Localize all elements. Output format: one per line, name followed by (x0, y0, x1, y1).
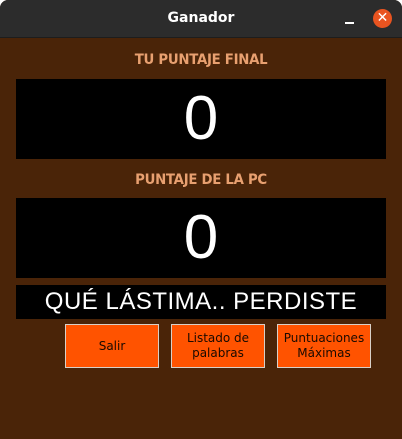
word-list-button[interactable]: Listado de palabras (171, 324, 265, 368)
pc-score-label: PUNTAJE DE LA PC (135, 172, 267, 188)
result-message: QUÉ LÁSTIMA.. PERDISTE (16, 285, 386, 319)
minimize-icon[interactable] (340, 9, 360, 29)
pc-score-display: 0 (16, 198, 386, 278)
word-list-button-label-line2: palabras (192, 346, 244, 360)
player-score-label: TU PUNTAJE FINAL (134, 52, 268, 68)
close-icon[interactable]: ✕ (373, 9, 392, 28)
ganador-window: Ganador ✕ TU PUNTAJE FINAL 0 PUNTAJE DE … (0, 0, 402, 439)
high-scores-button-label-line1: Puntuaciones (283, 331, 365, 345)
player-score-display: 0 (16, 79, 386, 159)
exit-button[interactable]: Salir (65, 324, 159, 368)
high-scores-button-label-line2: Máximas (297, 346, 351, 360)
word-list-button-label-line1: Listado de (186, 331, 250, 345)
exit-button-label: Salir (98, 338, 126, 353)
high-scores-button[interactable]: Puntuaciones Máximas (277, 324, 371, 368)
title-bar: Ganador ✕ (0, 0, 402, 38)
